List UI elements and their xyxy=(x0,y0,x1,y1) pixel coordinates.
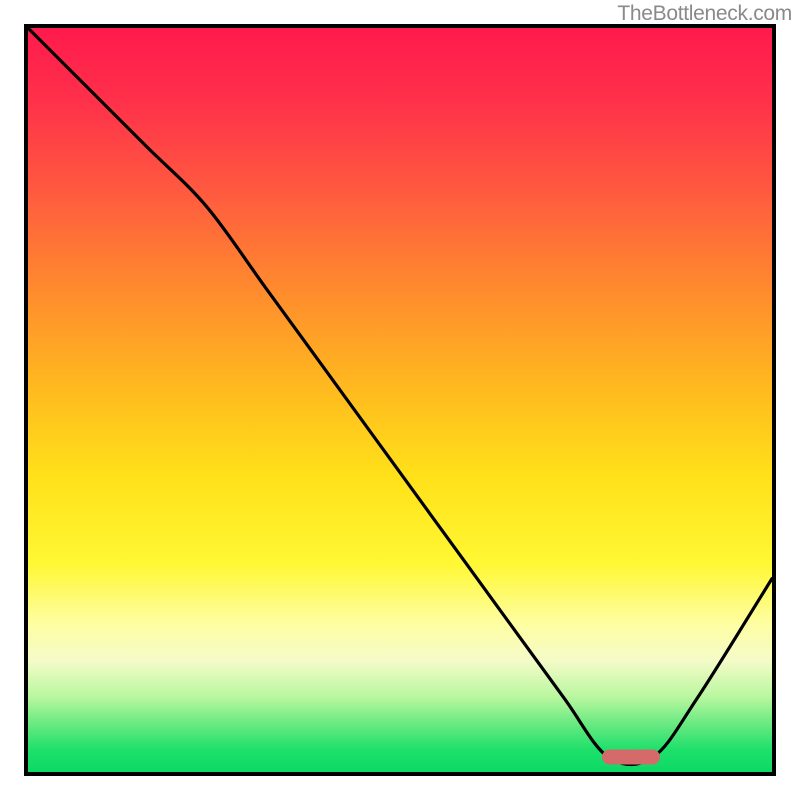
watermark-text: TheBottleneck.com xyxy=(617,2,792,26)
optimal-range-marker xyxy=(602,750,660,765)
plot-area xyxy=(24,24,776,776)
bottleneck-curve xyxy=(28,28,772,772)
chart-frame: TheBottleneck.com xyxy=(0,0,800,800)
